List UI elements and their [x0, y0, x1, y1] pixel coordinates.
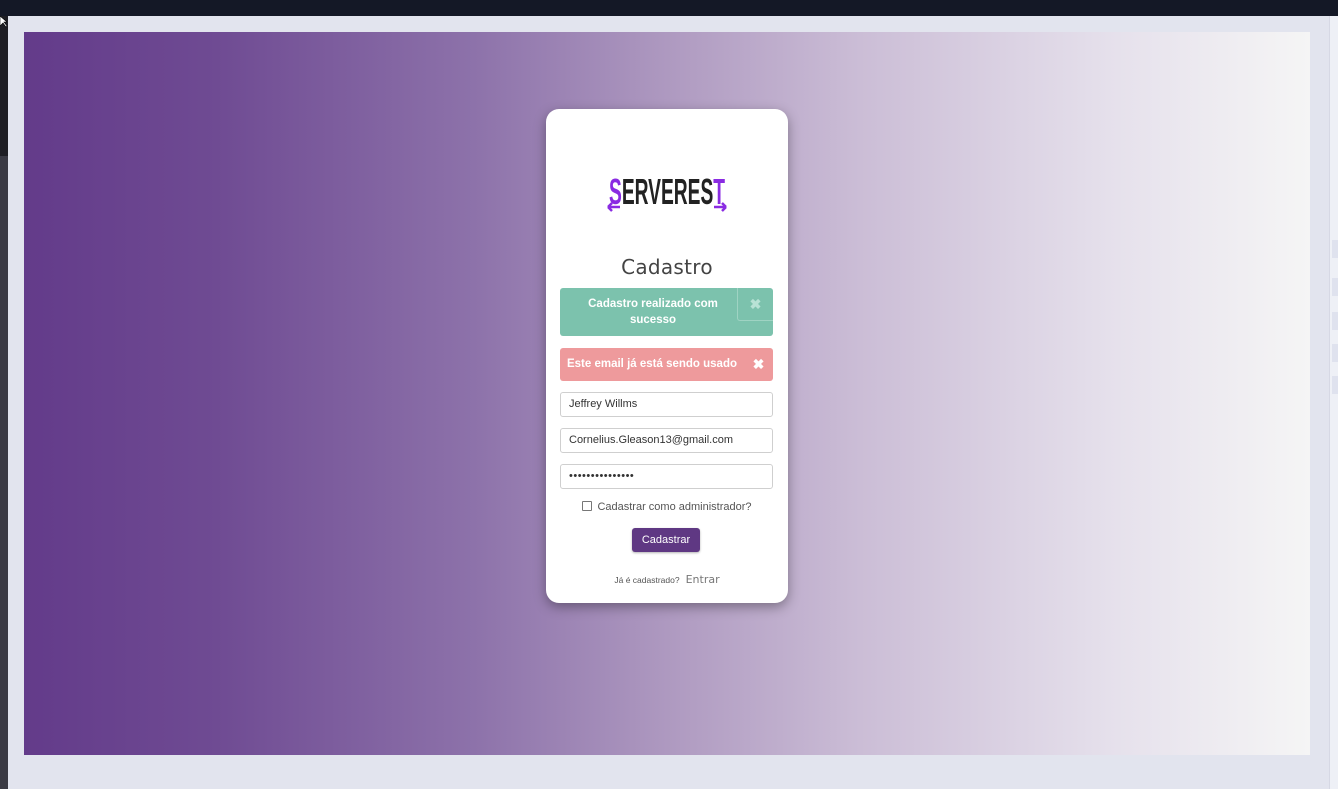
error-alert-message: Este email já está sendo usado: [566, 358, 737, 370]
cadastrar-button[interactable]: Cadastrar: [632, 528, 700, 552]
page-background: SERVEREST Cadastro Cadastro realizado co…: [24, 32, 1310, 755]
serverest-logo: SERVEREST: [607, 171, 727, 212]
login-prompt: Já é cadastrado? Entrar: [546, 570, 788, 588]
name-input[interactable]: Jeffrey Willms: [560, 392, 773, 417]
email-input[interactable]: Cornelius.Gleason13@gmail.com: [560, 428, 773, 453]
right-panel-strip: [1329, 16, 1338, 789]
password-input[interactable]: •••••••••••••••: [560, 464, 773, 489]
close-icon[interactable]: ✖: [737, 288, 773, 321]
page-title: Cadastro: [621, 255, 713, 279]
browser-top-bar: [0, 0, 1338, 16]
close-icon[interactable]: ✖: [744, 348, 773, 381]
login-link[interactable]: Entrar: [686, 573, 720, 586]
admin-checkbox-row: Cadastrar como administrador?: [546, 501, 788, 513]
login-question: Já é cadastrado?: [614, 575, 680, 585]
success-alert: Cadastro realizado com sucesso ✖: [560, 288, 773, 336]
admin-checkbox-label[interactable]: Cadastrar como administrador?: [597, 501, 751, 513]
svg-text:SERVEREST: SERVEREST: [609, 171, 725, 212]
admin-checkbox[interactable]: [582, 501, 593, 511]
left-panel-strip: [0, 16, 8, 789]
error-alert: Este email já está sendo usado ✖: [560, 348, 773, 381]
signup-card: SERVEREST Cadastro Cadastro realizado co…: [546, 109, 788, 603]
success-alert-message: Cadastro realizado com sucesso: [588, 298, 718, 326]
cursor-icon: [0, 16, 7, 28]
